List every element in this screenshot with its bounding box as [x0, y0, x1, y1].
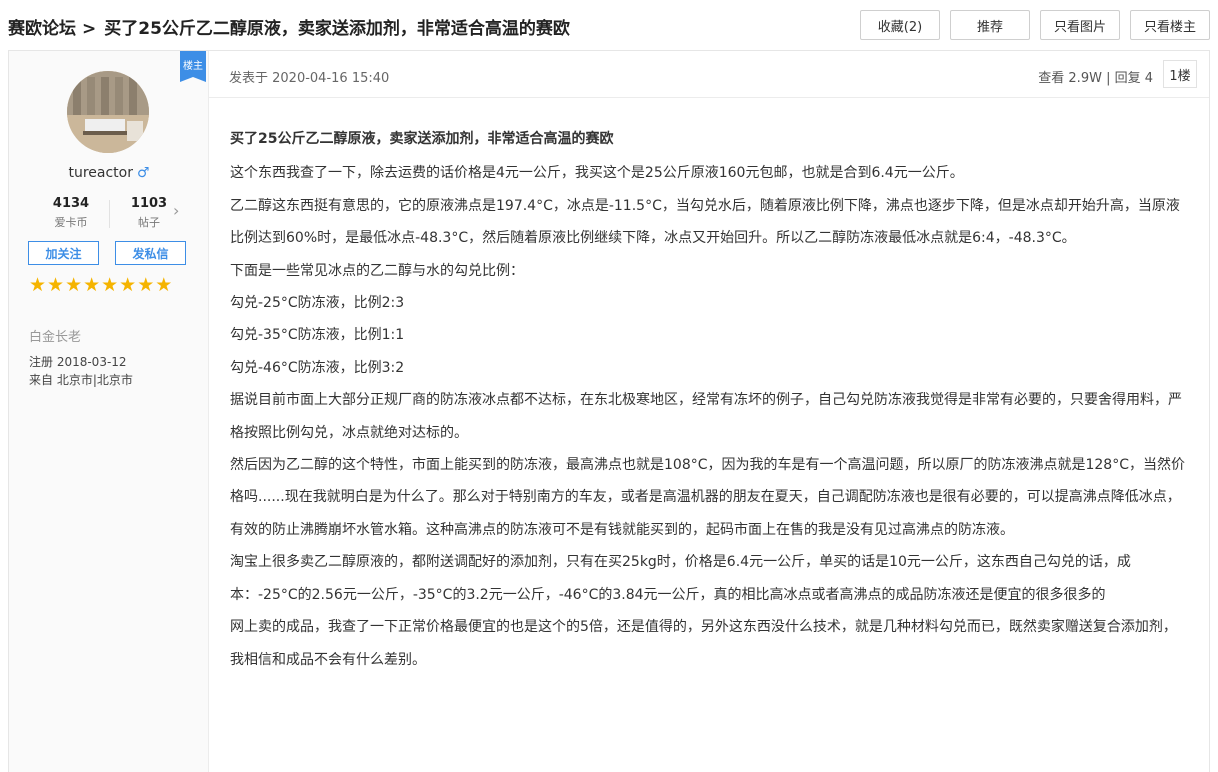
thread-actions: 收藏(2) 推荐 只看图片 只看楼主 [860, 10, 1210, 40]
chevron-right-icon[interactable]: › [173, 201, 179, 220]
host-badge: 楼主 [180, 51, 206, 82]
paragraph: 然后因为乙二醇的这个特性，市面上能买到的防冻液，最高沸点也就是108°C，因为我… [230, 457, 1185, 538]
location: 来自 北京市|北京市 [29, 373, 133, 387]
coins-label: 爱卡币 [54, 216, 88, 229]
floor-badge[interactable]: 1楼 [1163, 60, 1197, 88]
post-title: 买了25公斤乙二醇原液，卖家送添加剂，非常适合高温的赛欧 [230, 131, 614, 147]
post-date: 发表于 2020-04-16 15:40 [229, 71, 390, 86]
posts-count: 1103 [130, 196, 168, 211]
breadcrumb: 赛欧论坛 > 买了25公斤乙二醇原液，卖家送添加剂，非常适合高温的赛欧 [8, 14, 570, 39]
paragraph: 下面是一些常见冰点的乙二醇与水的勾兑比例： [230, 262, 524, 279]
post-body: 买了25公斤乙二醇原液，卖家送添加剂，非常适合高温的赛欧 这个东西我查了一下，除… [230, 123, 1190, 676]
paragraph: 据说目前市面上大部分正规厂商的防冻液冰点都不达标，在东北极寒地区，经常有冻坏的例… [230, 392, 1182, 441]
paragraph: 勾兑-35°C防冻液，比例1:1 [230, 327, 405, 344]
avatar-image [67, 71, 149, 153]
post-main: 发表于 2020-04-16 15:40 查看 2.9W | 回复 4 1楼 买… [209, 51, 1209, 772]
post: 楼主 tureactor ♂ 4134 爱卡币 1103 帖子 › 加关注 发私… [8, 50, 1210, 772]
paragraph: 淘宝上很多卖乙二醇原液的，都附送调配好的添加剂，只有在买25kg时，价格是6.4… [230, 554, 1131, 603]
collect-button[interactable]: 收藏(2) [860, 10, 940, 40]
posts-stat[interactable]: 1103 帖子 [121, 196, 177, 230]
posts-label: 帖子 [138, 216, 160, 229]
avatar[interactable] [67, 71, 149, 153]
forum-link[interactable]: 赛欧论坛 [8, 19, 76, 39]
divider [209, 97, 1209, 98]
coins-stat: 4134 爱卡币 [41, 196, 101, 230]
follow-button[interactable]: 加关注 [28, 241, 99, 265]
author-sidebar: 楼主 tureactor ♂ 4134 爱卡币 1103 帖子 › 加关注 发私… [9, 51, 209, 772]
images-only-button[interactable]: 只看图片 [1040, 10, 1120, 40]
paragraph: 这个东西我查了一下，除去运费的话价格是4元一公斤，我买这个是25公斤原液160元… [230, 165, 964, 182]
breadcrumb-separator: > [82, 19, 97, 39]
paragraph: 网上卖的成品，我查了一下正常价格最便宜的也是这个的5倍，还是值得的，另外这东西没… [230, 619, 1177, 668]
view-reply-count: 查看 2.9W | 回复 4 [1038, 71, 1153, 86]
message-button[interactable]: 发私信 [115, 241, 186, 265]
thread-header: 赛欧论坛 > 买了25公斤乙二醇原液，卖家送添加剂，非常适合高温的赛欧 收藏(2) … [0, 0, 1218, 50]
author-info: 注册 2018-03-12 来自 北京市|北京市 [29, 353, 133, 389]
recommend-button[interactable]: 推荐 [950, 10, 1030, 40]
thread-title: 买了25公斤乙二醇原液，卖家送添加剂，非常适合高温的赛欧 [104, 19, 570, 39]
rank-title: 白金长老 [29, 330, 82, 345]
host-only-button[interactable]: 只看楼主 [1130, 10, 1210, 40]
paragraph: 乙二醇这东西挺有意思的，它的原液沸点是197.4°C，冰点是-11.5°C，当勾… [230, 197, 1180, 247]
coins-count: 4134 [52, 196, 90, 211]
username-text[interactable]: tureactor [68, 165, 133, 181]
paragraph: 勾兑-25°C防冻液，比例2:3 [230, 295, 405, 312]
stat-divider [109, 200, 110, 228]
username: tureactor ♂ [9, 165, 209, 181]
paragraph: 勾兑-46°C防冻液，比例3:2 [230, 359, 405, 376]
male-icon: ♂ [136, 165, 150, 181]
registered-date: 注册 2018-03-12 [29, 355, 127, 369]
rank-stars: ★★★★★★★★ [29, 274, 174, 296]
